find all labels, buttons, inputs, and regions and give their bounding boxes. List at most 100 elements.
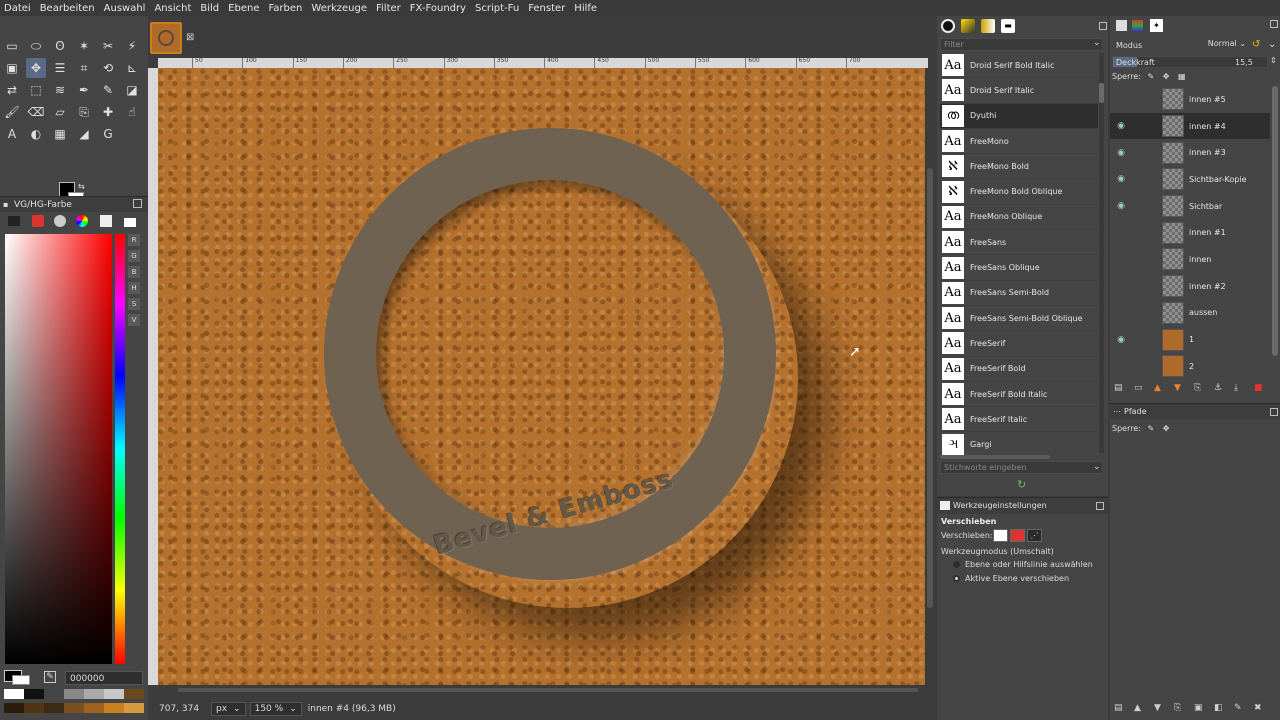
lock-path-position-icon[interactable]: ✥ <box>1163 424 1170 433</box>
layer-row[interactable]: innen <box>1110 246 1270 273</box>
tool-mode-radio[interactable]: Aktive Ebene verschieben <box>953 574 1069 583</box>
lower-layer-icon[interactable]: ▼ <box>1174 383 1188 393</box>
duplicate-layer-icon[interactable]: ⎘ <box>1194 383 1208 393</box>
font-list-item[interactable]: Aa FreeSerif Bold Italic <box>940 382 1098 408</box>
layer-row[interactable]: innen #2 <box>1110 273 1270 300</box>
scissors-icon[interactable]: ✂ <box>98 36 118 56</box>
horizontal-ruler[interactable]: 50 100 150 200 250 300 350 400 450 500 550 600 650 70… <box>158 58 928 68</box>
foreground-select-icon[interactable]: ▣ <box>2 58 22 78</box>
eyedropper-icon[interactable]: ✎ <box>44 671 56 683</box>
lock-path-strokes-icon[interactable]: ✎ <box>1148 424 1155 433</box>
flip-icon[interactable]: ⇄ <box>2 80 22 100</box>
stroke-path-icon[interactable]: ✎ <box>1234 703 1248 713</box>
move-path-button[interactable]: ⋰ <box>1027 529 1042 542</box>
font-list-scrollbar[interactable] <box>1099 53 1104 453</box>
move-icon[interactable]: ✥ <box>26 58 46 78</box>
path-to-selection-icon[interactable]: ▣ <box>1194 703 1208 713</box>
color-mode-v-button[interactable]: V <box>128 314 140 326</box>
warp-icon[interactable]: ≋ <box>50 80 70 100</box>
font-list-item[interactable]: Aa FreeSerif <box>940 331 1098 357</box>
smudge-icon[interactable]: ☝ <box>122 102 142 122</box>
color-mode-b-button[interactable]: B <box>128 266 140 278</box>
measure-icon[interactable]: ⊾ <box>122 58 142 78</box>
ruler-corner[interactable] <box>148 58 158 68</box>
watercolor-icon[interactable] <box>54 215 66 227</box>
menu-item-fenster[interactable]: Fenster <box>528 3 565 14</box>
layer-row[interactable]: 2 <box>1110 353 1270 380</box>
layer-row[interactable]: ◉ 1 <box>1110 326 1270 353</box>
dock-close-icon[interactable] <box>1270 20 1278 28</box>
history-color-swatch[interactable] <box>104 703 124 713</box>
font-list-item[interactable]: Aa FreeSans Oblique <box>940 255 1098 281</box>
reset-mode-icon[interactable]: ↺ <box>1252 39 1260 50</box>
font-filter-input[interactable]: Filter <box>940 38 1103 51</box>
brush-icon[interactable]: 🖌 <box>2 102 22 122</box>
color-mode-r-button[interactable]: R <box>128 234 140 246</box>
menu-item-script-fu[interactable]: Script-Fu <box>475 3 519 14</box>
history-color-swatch[interactable] <box>84 689 104 699</box>
gmic-icon[interactable]: G <box>98 124 118 144</box>
close-icon[interactable]: ⊠ <box>186 32 194 43</box>
visibility-eye-icon[interactable]: ◉ <box>1110 335 1132 345</box>
chevron-down-icon[interactable]: ⌄ <box>1268 39 1276 50</box>
history-color-swatch[interactable] <box>124 689 144 699</box>
vertical-scroll-thumb[interactable] <box>927 168 933 608</box>
history-color-swatch[interactable] <box>64 689 84 699</box>
airbrush-icon[interactable]: ⌫ <box>26 102 46 122</box>
chevron-down-icon[interactable]: ⌄ <box>1093 462 1101 472</box>
font-list-item[interactable]: Aa FreeMono <box>940 129 1098 155</box>
history-color-swatch[interactable] <box>44 703 64 713</box>
vertical-ruler[interactable] <box>148 68 158 685</box>
zoom-select[interactable]: 150 % ⌄ <box>249 701 302 716</box>
history-color-swatch[interactable] <box>24 703 44 713</box>
layer-list-scrollbar[interactable] <box>1272 86 1278 356</box>
horizontal-scroll-thumb[interactable] <box>178 688 918 692</box>
menu-item-hilfe[interactable]: Hilfe <box>574 3 597 14</box>
lock-position-icon[interactable]: ✥ <box>1163 72 1170 81</box>
eraser-icon[interactable]: ▱ <box>50 102 70 122</box>
wheel-icon[interactable] <box>76 215 88 227</box>
merge-layer-icon[interactable]: ⤓ <box>1234 383 1248 393</box>
font-list-item[interactable]: ઞ Gargi <box>940 432 1098 455</box>
font-list-item[interactable]: Aa FreeSans Semi-Bold Oblique <box>940 306 1098 332</box>
lower-path-icon[interactable]: ▼ <box>1154 703 1168 713</box>
menu-item-werkzeuge[interactable]: Werkzeuge <box>311 3 367 14</box>
font-list-scroll-thumb[interactable] <box>1099 83 1104 103</box>
color-square[interactable] <box>5 234 112 664</box>
menu-item-fx-foundry[interactable]: FX-Foundry <box>410 3 466 14</box>
font-list-item[interactable]: Aa FreeSans <box>940 230 1098 256</box>
visibility-eye-icon[interactable]: ◉ <box>1110 121 1132 131</box>
visibility-eye-icon[interactable]: ◉ <box>1110 148 1132 158</box>
rect-select-icon[interactable]: ▭ <box>2 36 22 56</box>
delete-layer-icon[interactable]: ■ <box>1254 383 1268 393</box>
menu-item-auswahl[interactable]: Auswahl <box>104 3 146 14</box>
hue-strip[interactable] <box>115 234 125 664</box>
font-list-item[interactable]: Aa FreeSerif Bold <box>940 357 1098 382</box>
cmyk-icon[interactable] <box>32 215 44 227</box>
menu-item-filter[interactable]: Filter <box>376 3 401 14</box>
layer-row[interactable]: ◉ innen #4 <box>1110 112 1270 140</box>
raise-layer-icon[interactable]: ▲ <box>1154 383 1168 393</box>
clone-icon[interactable]: ⎘ <box>74 102 94 122</box>
font-list-hscroll[interactable] <box>940 455 1050 459</box>
lock-alpha-icon[interactable]: ▦ <box>1178 72 1186 81</box>
refresh-icon[interactable]: ↻ <box>1017 478 1026 491</box>
font-list-item[interactable]: Aa FreeSans Semi-Bold <box>940 281 1098 306</box>
lock-pixels-icon[interactable]: ✎ <box>1148 72 1155 81</box>
cage-icon[interactable]: ⬚ <box>26 80 46 100</box>
visibility-eye-icon[interactable]: ◉ <box>1110 174 1132 184</box>
palette-icon[interactable] <box>100 215 112 227</box>
history-color-swatch[interactable] <box>4 703 24 713</box>
opacity-slider[interactable]: Deckkraft 15,5 <box>1112 56 1268 68</box>
spin-arrows-icon[interactable]: ⇕ <box>1270 56 1277 65</box>
ellipse-select-icon[interactable]: ⬭ <box>26 36 46 56</box>
anchor-layer-icon[interactable]: ⚓ <box>1214 383 1228 393</box>
history-color-swatch[interactable] <box>64 703 84 713</box>
history-color-swatch[interactable] <box>104 689 124 699</box>
selection-to-path-icon[interactable]: ◧ <box>1214 703 1228 713</box>
font-list-item[interactable]: Aa FreeSerif Italic <box>940 407 1098 433</box>
align-icon[interactable]: ☰ <box>50 58 70 78</box>
menu-item-bild[interactable]: Bild <box>200 3 219 14</box>
layer-row[interactable]: ◉ Sichtbar <box>1110 193 1270 220</box>
new-path-icon[interactable]: ▤ <box>1114 703 1128 713</box>
